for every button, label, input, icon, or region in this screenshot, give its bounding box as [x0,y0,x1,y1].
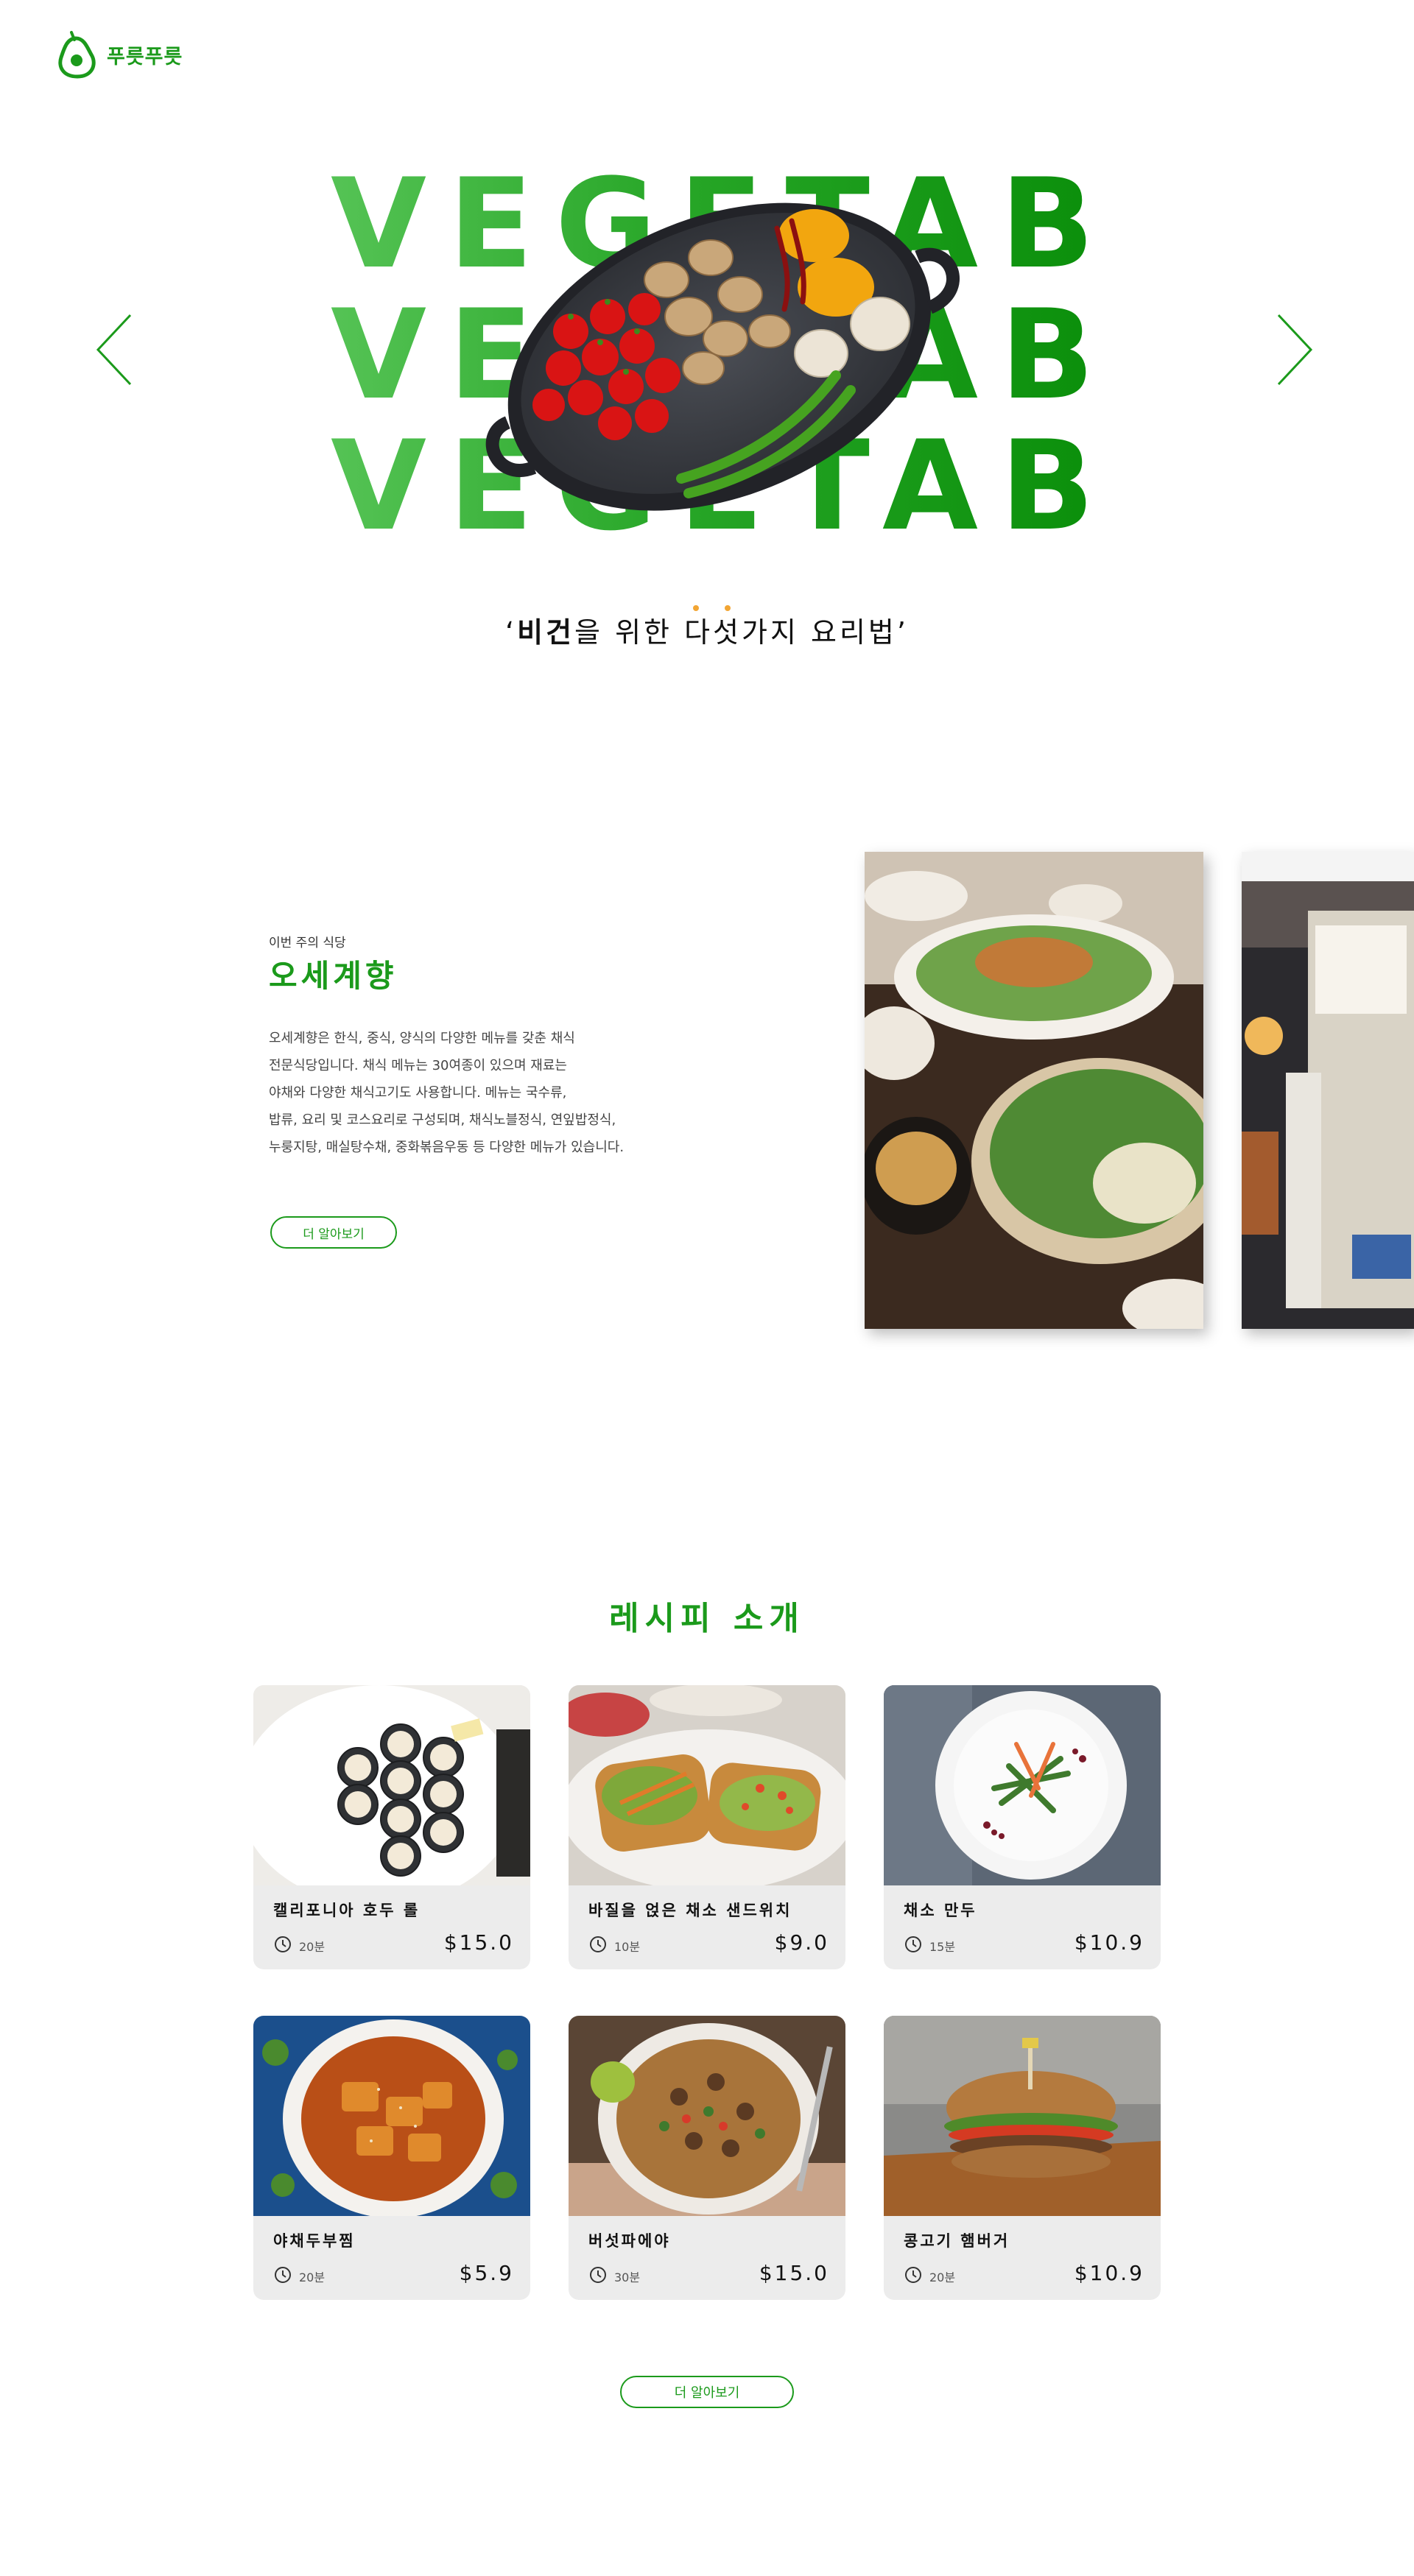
recipe-time: 20분 [929,2270,956,2284]
clock-icon [275,2267,291,2283]
recipe-time: 20분 [299,2270,326,2284]
recipe-name: 캘리포니아 호두 롤 [273,1902,421,1919]
quote-open: ‘ [505,616,518,649]
clock-icon [905,1936,921,1952]
description-line: 밥류, 요리 및 코스요리로 구성되며, 채식노블정식, 연잎밥정식, [269,1112,616,1128]
recipe-image [253,2016,530,2216]
recipe-price: $15.0 [759,2261,829,2285]
recipe-image [253,1685,530,1885]
recipe-price: $10.9 [1074,1930,1144,1955]
recipe-image [884,2016,1161,2216]
restaurant-subtitle: 이번 주의 식당 [269,936,346,950]
recipe-price: $5.9 [459,2261,514,2285]
recipe-name: 바질을 얹은 채소 샌드위치 [588,1902,792,1919]
recipe-price: $9.0 [774,1930,829,1955]
clock-icon [275,1936,291,1952]
restaurant-storefront-photo [1242,852,1414,1329]
restaurant-description: 오세계향은 한식, 중식, 양식의 다양한 메뉴를 갖춘 채식 전문식당입니다.… [269,1025,711,1161]
description-line: 오세계향은 한식, 중식, 양식의 다양한 메뉴를 갖춘 채식 [269,1031,575,1046]
recipe-name: 버섯파에야 [588,2232,671,2250]
recipe-card[interactable]: 콩고기 햄버거 20분 $10.9 [884,2016,1161,2300]
recipe-price: $15.0 [443,1930,514,1955]
recipe-image [884,1685,1161,1885]
restaurant-food-photo [865,852,1203,1329]
tagline-bold: 비건 [517,616,575,649]
recipes-title: 레시피 소개 [609,1600,805,1637]
hero-section: VEGETABLE VEGETABLE VEGETABLE [0,140,1414,552]
recipe-card[interactable]: 버섯파에야 30분 $15.0 [569,2016,845,2300]
hero-tagline: ‘비건을 위한 다섯가지 요리법’ [0,610,1414,650]
recipe-price: $10.9 [1074,2261,1144,2285]
accent-dot [693,605,699,611]
description-line: 전문식당입니다. 채식 메뉴는 30여종이 있으며 재료는 [269,1058,567,1073]
recipe-name: 야채두부찜 [273,2232,356,2250]
recipe-time: 30분 [614,2270,641,2284]
recipe-image [569,2016,845,2216]
tagline-rest: 을 위한 다섯가지 요리법 [574,616,897,649]
recipe-card[interactable]: 캘리포니아 호두 롤 20분 $15.0 [253,1685,530,1969]
clock-icon [905,2267,921,2283]
recipe-time: 10분 [614,1940,641,1954]
avocado-logo-icon [58,31,96,79]
recipe-name: 채소 만두 [904,1902,977,1919]
recipe-name: 콩고기 햄버거 [904,2232,1010,2250]
quote-close: ’ [896,616,909,649]
restaurant-title: 오세계향 [269,958,398,994]
chevron-right-icon[interactable] [1273,309,1317,390]
recipe-card[interactable]: 채소 만두 15분 $10.9 [884,1685,1161,1969]
description-line: 야채와 다양한 채식고기도 사용합니다. 메뉴는 국수류, [269,1085,567,1101]
accent-dot [725,605,731,611]
recipe-image [569,1685,845,1885]
brand-logo[interactable]: 푸릇푸릇 [55,29,183,80]
clock-icon [590,2267,606,2283]
brand-name: 푸릇푸릇 [107,45,183,68]
restaurant-more-button[interactable]: 더 알아보기 [270,1216,397,1249]
description-line: 누룽지탕, 매실탕수채, 중화볶음우동 등 다양한 메뉴가 있습니다. [269,1140,625,1155]
recipes-more-button[interactable]: 더 알아보기 [620,2376,794,2408]
recipe-card[interactable]: 바질을 얹은 채소 샌드위치 10분 $9.0 [569,1685,845,1969]
recipe-time: 15분 [929,1940,956,1954]
vegetable-pan-image [485,202,960,511]
recipe-time: 20분 [299,1940,326,1954]
chevron-left-icon[interactable] [92,309,136,390]
recipe-card[interactable]: 야채두부찜 20분 $5.9 [253,2016,530,2300]
clock-icon [590,1936,606,1952]
